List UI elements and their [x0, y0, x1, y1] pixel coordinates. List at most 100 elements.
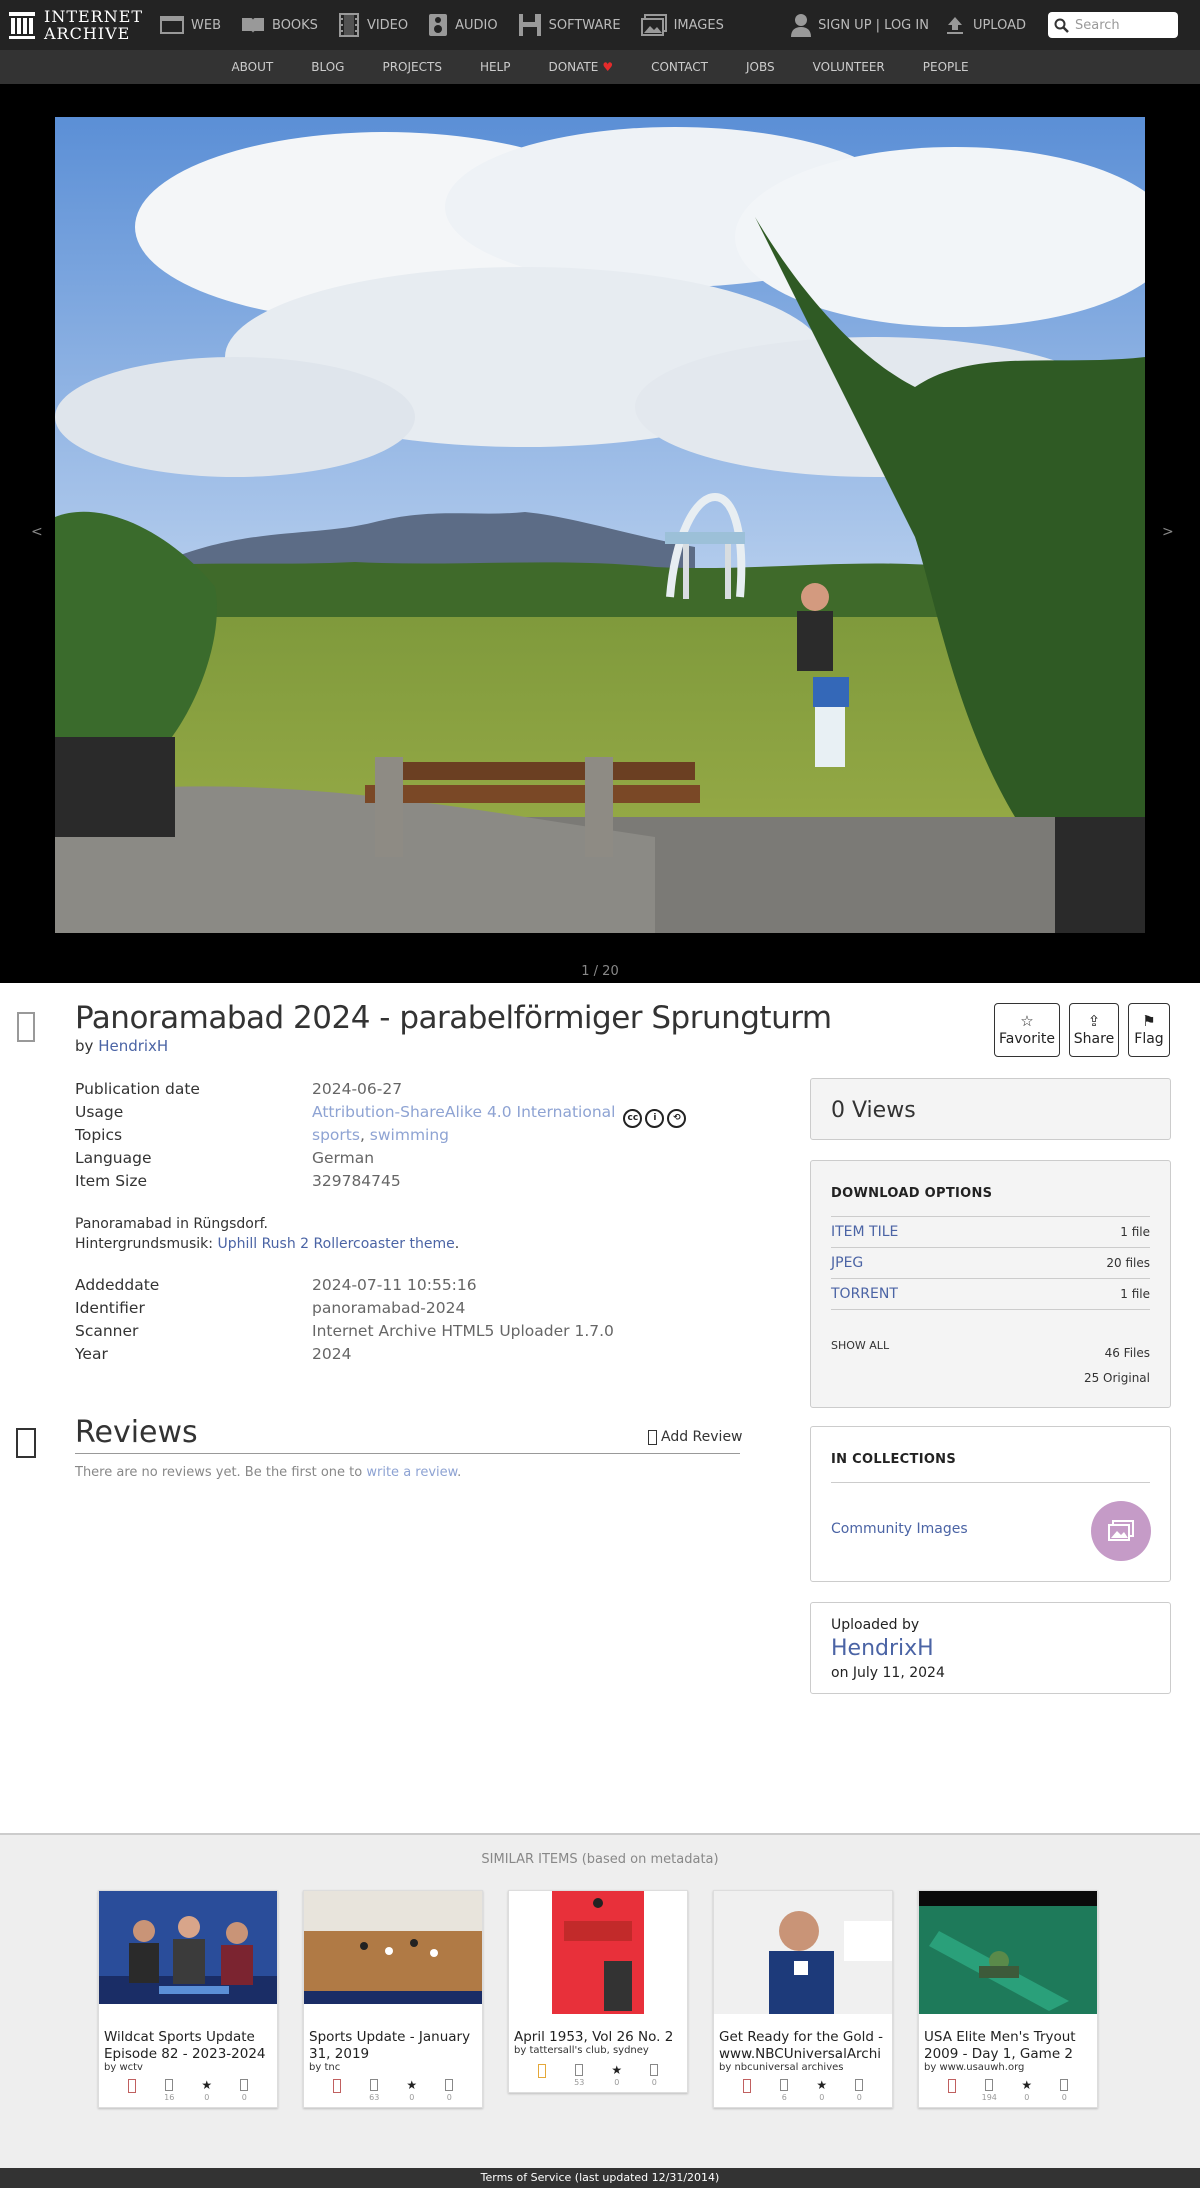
mediatype-menu: WEB BOOKS VIDEO AUDIO SOFTWARE IMAGES — [160, 13, 744, 37]
reviews-icon — [650, 2064, 659, 2076]
original-files-count: 25 Original — [1083, 1371, 1150, 1385]
speaker-icon — [429, 14, 448, 36]
favorite-star-icon: ★ — [1021, 2078, 1033, 2092]
logo-text-line1: INTERNET — [44, 7, 144, 26]
add-review-button[interactable]: Add Review — [648, 1429, 743, 1445]
topic-link-swimming[interactable]: swimming — [370, 1126, 449, 1144]
similar-item-title: April 1953, Vol 26 No. 2 — [514, 2029, 674, 2045]
image-mediatype-icon — [17, 1012, 35, 1042]
collection-badge[interactable] — [1091, 1501, 1151, 1561]
nav-images[interactable]: IMAGES — [640, 14, 724, 36]
signup-login-link[interactable]: SIGN UP | LOG IN — [790, 13, 929, 37]
similar-item-card[interactable]: Get Ready for the Gold - www.NBCUniversa… — [713, 1890, 893, 2108]
share-button[interactable]: ⇪ Share — [1069, 1003, 1119, 1057]
flag-button[interactable]: ⚑ Flag — [1128, 1003, 1170, 1057]
language-link[interactable]: German — [312, 1149, 374, 1167]
similar-item-title: Get Ready for the Gold - www.NBCUniversa… — [719, 2029, 884, 2062]
subnav-projects[interactable]: PROJECTS — [382, 60, 441, 74]
previous-image-button[interactable]: < — [31, 524, 43, 540]
subnav-people[interactable]: PEOPLE — [923, 60, 969, 74]
main-photo — [55, 117, 1145, 933]
item-thumbnail — [304, 1891, 482, 2004]
reviews-icon — [855, 2079, 864, 2091]
subnav-volunteer[interactable]: VOLUNTEER — [813, 60, 885, 74]
internet-archive-logo[interactable]: INTERNET ARCHIVE — [8, 8, 160, 42]
text-mediatype-icon — [537, 2064, 546, 2078]
item-thumbnail — [714, 1891, 892, 2014]
similar-item-creator: by nbcuniversal archives — [719, 2062, 844, 2073]
movie-mediatype-icon — [947, 2079, 956, 2093]
similar-item-card[interactable]: April 1953, Vol 26 No. 2 by tattersall's… — [508, 1890, 688, 2093]
license-link[interactable]: Attribution-ShareAlike 4.0 International — [312, 1103, 615, 1121]
download-item-tile-link[interactable]: ITEM TILE — [831, 1224, 898, 1240]
creator-link[interactable]: HendrixH — [98, 1037, 168, 1055]
heart-icon: ♥ — [602, 60, 614, 74]
subnav-blog[interactable]: BLOG — [311, 60, 344, 74]
reviews-icon — [240, 2079, 249, 2091]
flag-icon: ⚑ — [1142, 1012, 1156, 1030]
favorite-star-icon: ★ — [201, 2078, 213, 2092]
subnav-donate[interactable]: DONATE ♥ — [548, 60, 613, 74]
topic-link-sports[interactable]: sports — [312, 1126, 360, 1144]
year-link[interactable]: 2024 — [312, 1345, 351, 1363]
next-image-button[interactable]: > — [1162, 524, 1174, 540]
pencil-icon — [648, 1429, 657, 1445]
divider — [831, 1482, 1150, 1483]
music-link[interactable]: Uphill Rush 2 Rollercoaster theme — [217, 1236, 454, 1252]
similar-item-card[interactable]: Sports Update - January 31, 2019 by tnc … — [303, 1890, 483, 2108]
nav-audio[interactable]: AUDIO — [428, 13, 498, 37]
user-icon — [791, 14, 812, 37]
terms-of-service-link[interactable]: Terms of Service (last updated 12/31/201… — [0, 2168, 1200, 2188]
similar-item-card[interactable]: USA Elite Men's Tryout 2009 - Day 1, Gam… — [918, 1890, 1098, 2108]
total-files-count: 46 Files — [1104, 1346, 1150, 1360]
nav-video[interactable]: VIDEO — [338, 13, 408, 37]
download-torrent-link[interactable]: TORRENT — [831, 1286, 898, 1302]
logo-text-line2: ARCHIVE — [44, 24, 131, 43]
download-row: TORRENT 1 file — [831, 1279, 1150, 1310]
movie-mediatype-icon — [127, 2079, 136, 2093]
similar-items-section: SIMILAR ITEMS (based on metadata) Wildca… — [0, 1833, 1200, 2168]
image-theater: < > 1 / 20 — [0, 84, 1200, 983]
search-input[interactable] — [1075, 17, 1175, 33]
share-icon: ⇪ — [1087, 1012, 1101, 1030]
item-thumbnail — [919, 1891, 1097, 2014]
upload-icon — [946, 17, 963, 34]
floppy-icon — [518, 14, 541, 36]
similar-item-title: Sports Update - January 31, 2019 — [309, 2029, 471, 2062]
nav-web[interactable]: WEB — [160, 15, 221, 35]
page-title: Panoramabad 2024 - parabelförmiger Sprun… — [75, 1000, 832, 1036]
download-row: JPEG 20 files — [831, 1248, 1150, 1279]
reviews-icon — [445, 2079, 454, 2091]
subnav-contact[interactable]: CONTACT — [651, 60, 708, 74]
subnav-help[interactable]: HELP — [480, 60, 511, 74]
subnav-about[interactable]: ABOUT — [231, 60, 273, 74]
similar-item-card[interactable]: Wildcat Sports Update Episode 82 - 2023-… — [98, 1890, 278, 2108]
similar-item-creator: by www.usauwh.org — [924, 2062, 1025, 2073]
write-review-link[interactable]: write a review — [366, 1465, 457, 1480]
collections-heading: IN COLLECTIONS — [831, 1452, 957, 1467]
search-box[interactable] — [1048, 12, 1178, 38]
views-icon — [780, 2079, 789, 2091]
secondary-navigation: ABOUT BLOG PROJECTS HELP DONATE ♥ CONTACT… — [0, 50, 1200, 84]
subnav-jobs[interactable]: JOBS — [746, 60, 775, 74]
collection-link[interactable]: Community Images — [831, 1521, 968, 1537]
upload-link[interactable]: UPLOAD — [945, 15, 1026, 35]
uploader-link[interactable]: HendrixH — [831, 1636, 934, 1661]
favorite-button[interactable]: ☆ Favorite — [994, 1003, 1060, 1057]
archive-building-icon — [9, 12, 35, 39]
movie-mediatype-icon — [332, 2079, 341, 2093]
item-description: Panoramabad in Rüngsdorf. Hintergrundsmu… — [75, 1216, 460, 1252]
film-icon — [338, 13, 359, 37]
publication-date-link[interactable]: 2024-06-27 — [312, 1080, 402, 1098]
upload-date: on July 11, 2024 — [831, 1665, 945, 1681]
download-jpeg-link[interactable]: JPEG — [831, 1255, 863, 1271]
views-count: 0 Views — [810, 1078, 1171, 1140]
show-all-link[interactable]: SHOW ALL — [831, 1339, 889, 1352]
image-icon — [640, 14, 667, 36]
nav-books[interactable]: BOOKS — [241, 15, 318, 35]
nav-software[interactable]: SOFTWARE — [518, 13, 621, 37]
top-navigation: INTERNET ARCHIVE WEB BOOKS VIDEO AUDIO S… — [0, 0, 1200, 50]
item-thumbnail — [509, 1891, 687, 2014]
cc-icon: cc — [623, 1109, 643, 1128]
similar-item-title: USA Elite Men's Tryout 2009 - Day 1, Gam… — [924, 2029, 1076, 2062]
